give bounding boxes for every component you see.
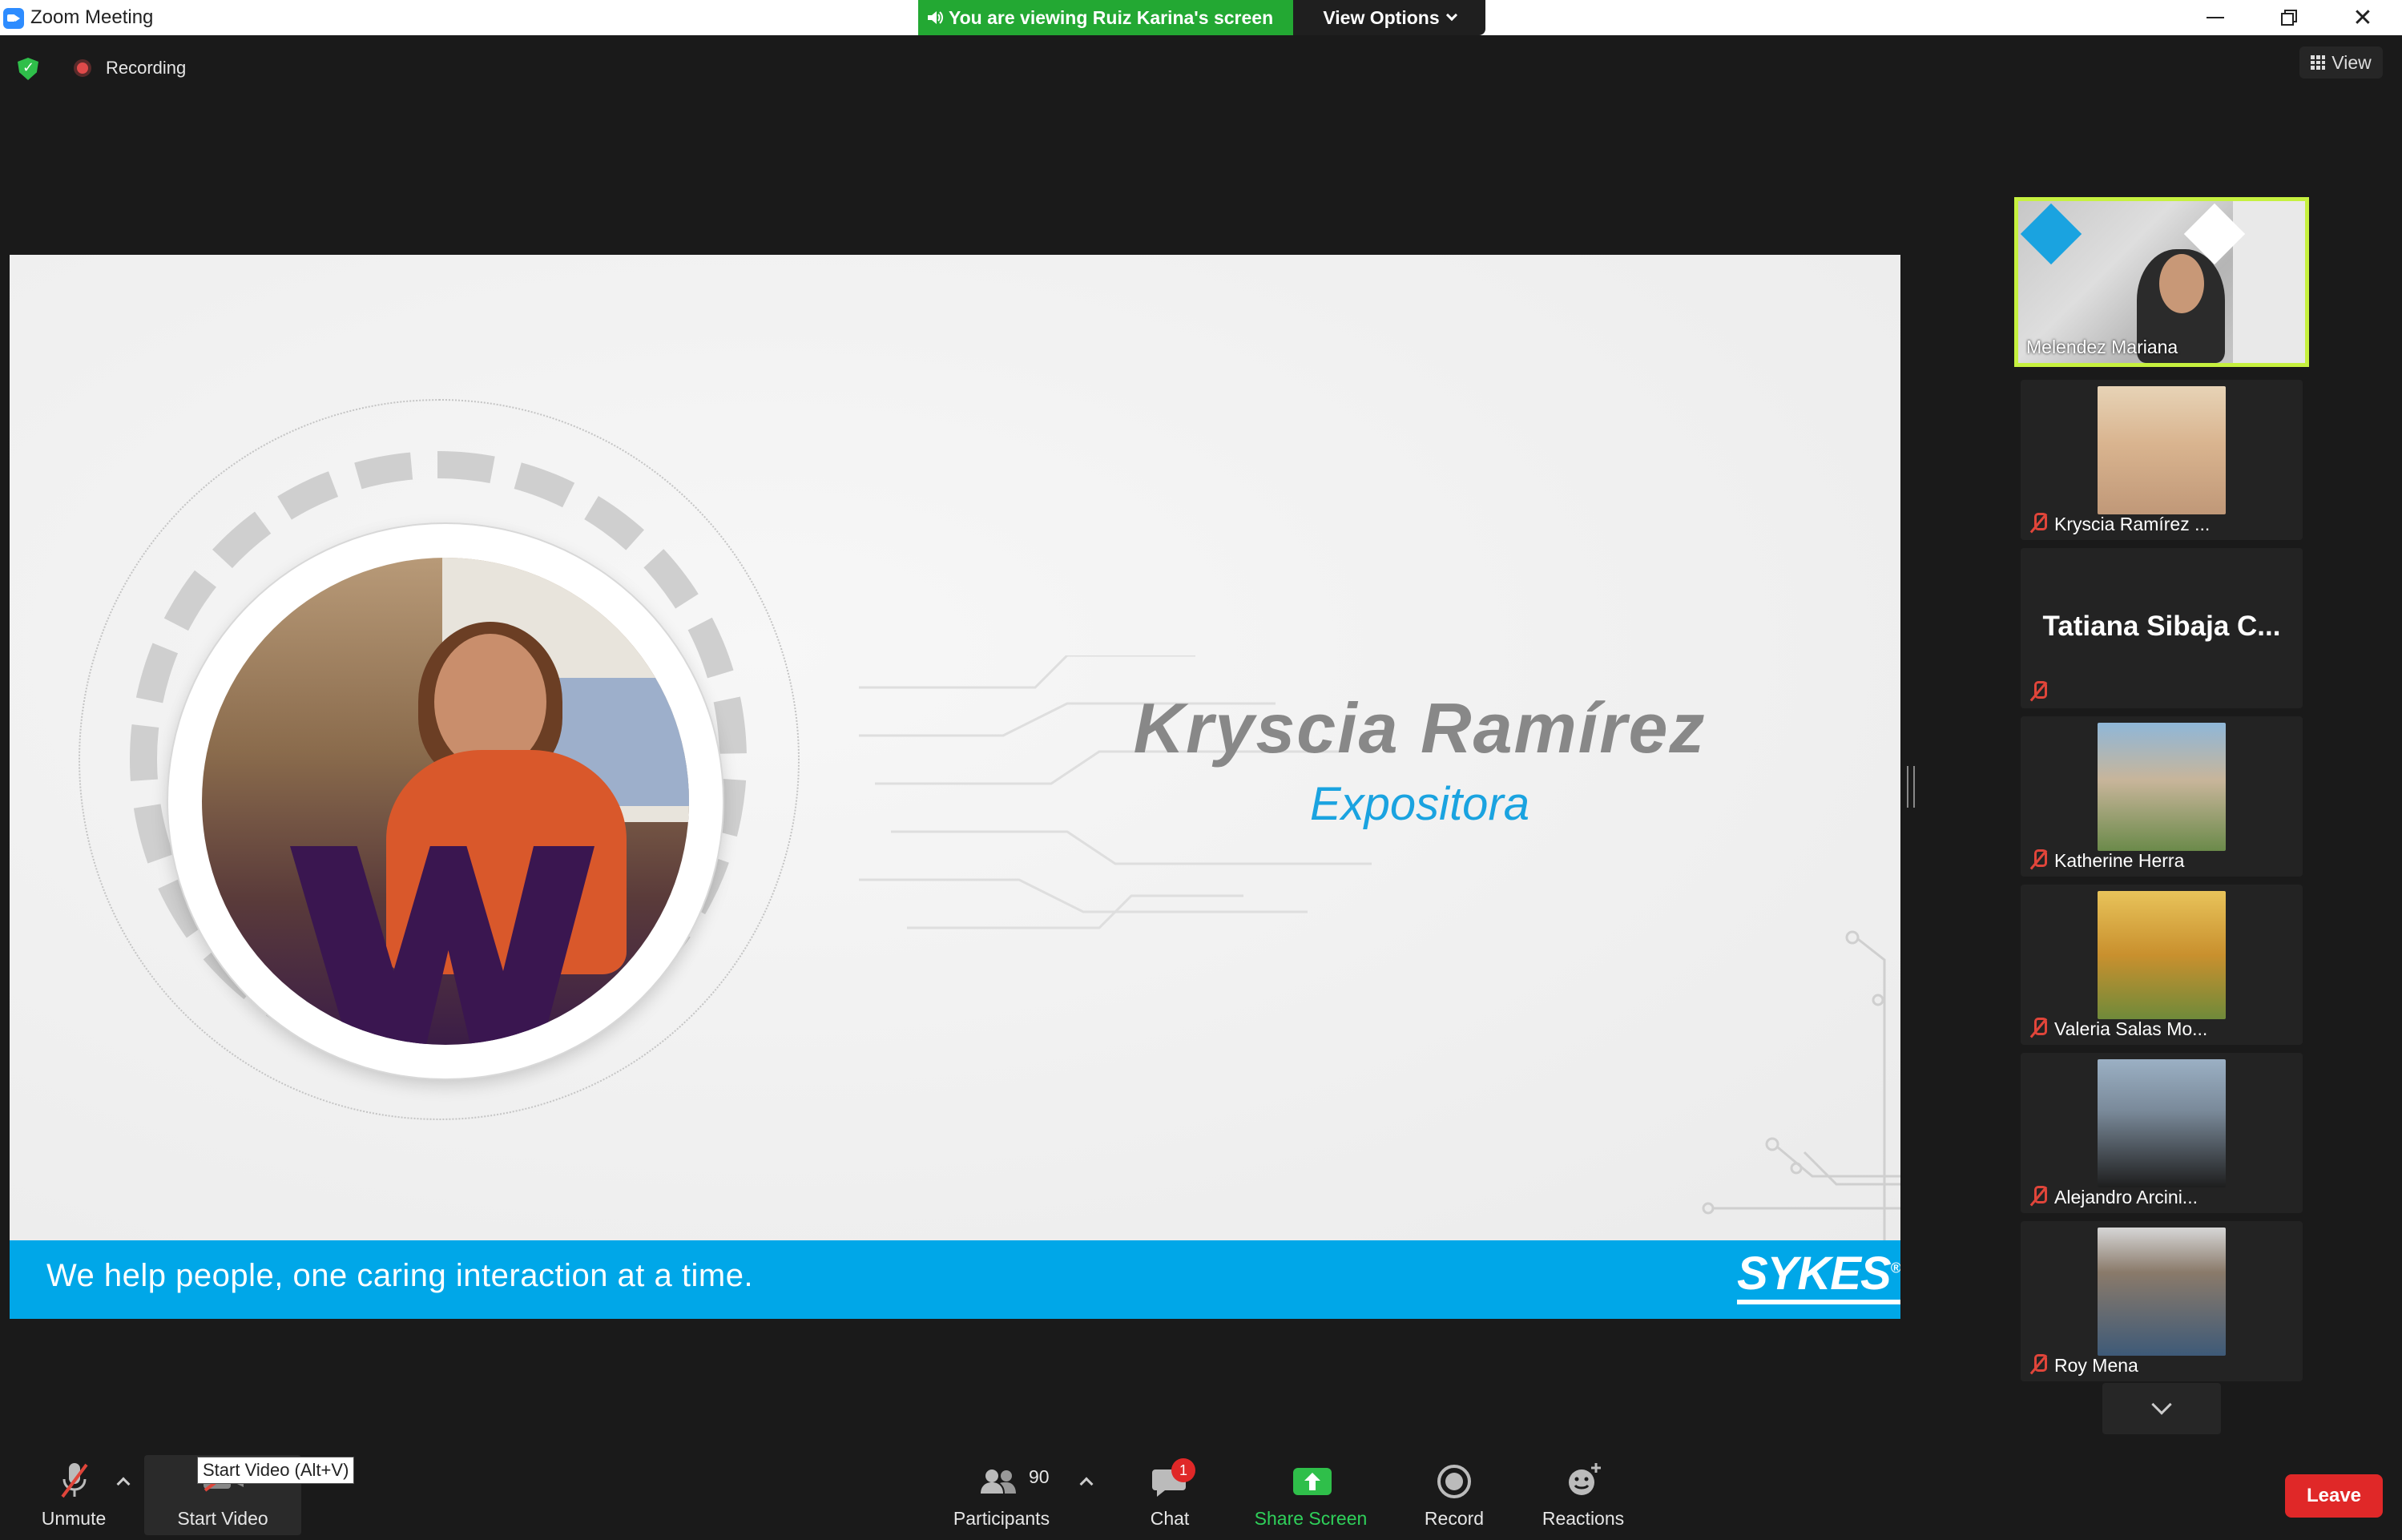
chat-unread-badge: 1	[1171, 1458, 1195, 1482]
restore-button[interactable]	[2253, 0, 2325, 35]
minimize-button[interactable]	[2179, 0, 2251, 35]
window-title: Zoom Meeting	[30, 6, 154, 28]
zoom-app-icon	[3, 8, 24, 29]
record-button[interactable]: Record	[1417, 1452, 1492, 1532]
share-screen-button[interactable]: Share Screen	[1245, 1452, 1376, 1532]
participant-count: 90	[1029, 1466, 1050, 1487]
leave-button[interactable]: Leave	[2285, 1474, 2383, 1518]
speaker-icon	[928, 11, 943, 24]
participants-icon	[981, 1469, 1016, 1494]
shared-screen: Kryscia Ramírez Expositora We help peopl…	[10, 255, 1900, 1319]
participant-name: Roy Mena	[2054, 1355, 2138, 1376]
start-video-label: Start Video	[177, 1508, 268, 1529]
close-icon: ✕	[2352, 4, 2373, 31]
gallery-scroll-down-button[interactable]	[2102, 1383, 2221, 1434]
viewing-screen-banner: You are viewing Ruiz Karina's screen	[918, 0, 1293, 35]
participant-name: Katherine Herra	[2054, 850, 2185, 871]
mic-muted-icon	[61, 1463, 88, 1498]
sykes-logo: SYKES®	[1737, 1248, 1900, 1304]
participants-button[interactable]: 90 Participants	[945, 1452, 1058, 1532]
recording-label: Recording	[106, 58, 187, 78]
mic-muted-icon	[2029, 681, 2048, 702]
chat-button[interactable]: 1 Chat	[1138, 1452, 1202, 1532]
mic-muted-icon	[2029, 513, 2048, 534]
record-label: Record	[1424, 1508, 1485, 1529]
close-button[interactable]: ✕	[2327, 0, 2399, 35]
share-screen-label: Share Screen	[1254, 1508, 1368, 1529]
participant-name: Valeria Salas Mo...	[2054, 1018, 2208, 1039]
recording-icon	[74, 59, 91, 77]
participant-tile[interactable]: Tatiana Sibaja C...	[2021, 548, 2303, 708]
view-options-button[interactable]: View Options	[1293, 0, 1485, 35]
participant-tile[interactable]: Valeria Salas Mo...	[2021, 885, 2303, 1045]
chevron-down-icon	[1445, 9, 1457, 22]
active-speaker-tile[interactable]: Melendez Mariana	[2014, 197, 2309, 367]
participant-name-placeholder: Tatiana Sibaja C...	[2042, 611, 2281, 642]
speaker-name: Kryscia Ramírez	[1133, 688, 1707, 768]
speaker-role: Expositora	[1309, 778, 1530, 830]
reactions-icon	[1569, 1463, 1601, 1495]
reactions-button[interactable]: Reactions	[1537, 1452, 1630, 1532]
view-button[interactable]: View	[2299, 46, 2383, 79]
view-options-label: View Options	[1323, 6, 1440, 28]
start-video-tooltip: Start Video (Alt+V)	[197, 1457, 355, 1484]
mic-muted-icon	[2029, 1354, 2048, 1375]
participant-tile[interactable]: Alejandro Arcini...	[2021, 1053, 2303, 1213]
participant-name: Melendez Mariana	[2026, 337, 2178, 357]
minimize-icon	[2207, 17, 2224, 18]
mic-muted-icon	[2029, 1018, 2048, 1038]
circuit-corner-decoration	[1702, 930, 1900, 1240]
reactions-label: Reactions	[1542, 1508, 1625, 1529]
mic-muted-icon	[2029, 849, 2048, 870]
participant-name: Kryscia Ramírez ...	[2054, 514, 2211, 534]
arrow-up-icon	[1304, 1473, 1320, 1490]
viewing-banner-text: You are viewing Ruiz Karina's screen	[949, 6, 1274, 28]
chevron-down-icon	[2151, 1394, 2172, 1415]
participant-tile[interactable]: Roy Mena	[2021, 1221, 2303, 1381]
participant-video	[2098, 386, 2226, 514]
participant-tile[interactable]: Kryscia Ramírez ...	[2021, 380, 2303, 540]
unmute-button[interactable]: Unmute	[24, 1452, 123, 1532]
view-button-label: View	[2331, 51, 2372, 73]
participant-video	[2098, 723, 2226, 851]
participants-label: Participants	[953, 1508, 1050, 1529]
chat-label: Chat	[1150, 1508, 1190, 1529]
participant-tile[interactable]: Katherine Herra	[2021, 716, 2303, 877]
participant-name: Alejandro Arcini...	[2054, 1187, 2198, 1207]
grid-icon	[2311, 55, 2326, 70]
slide-tagline: We help people, one caring interaction a…	[46, 1258, 754, 1293]
restore-icon	[2281, 10, 2297, 26]
participant-video	[2098, 1228, 2226, 1356]
encryption-shield-icon[interactable]	[18, 58, 38, 80]
speaker-photo	[202, 558, 689, 1045]
panel-splitter-handle[interactable]	[1907, 766, 1915, 808]
unmute-label: Unmute	[41, 1508, 107, 1529]
participant-video	[2098, 1059, 2226, 1187]
participant-video	[2098, 891, 2226, 1019]
mic-muted-icon	[2029, 1186, 2048, 1207]
